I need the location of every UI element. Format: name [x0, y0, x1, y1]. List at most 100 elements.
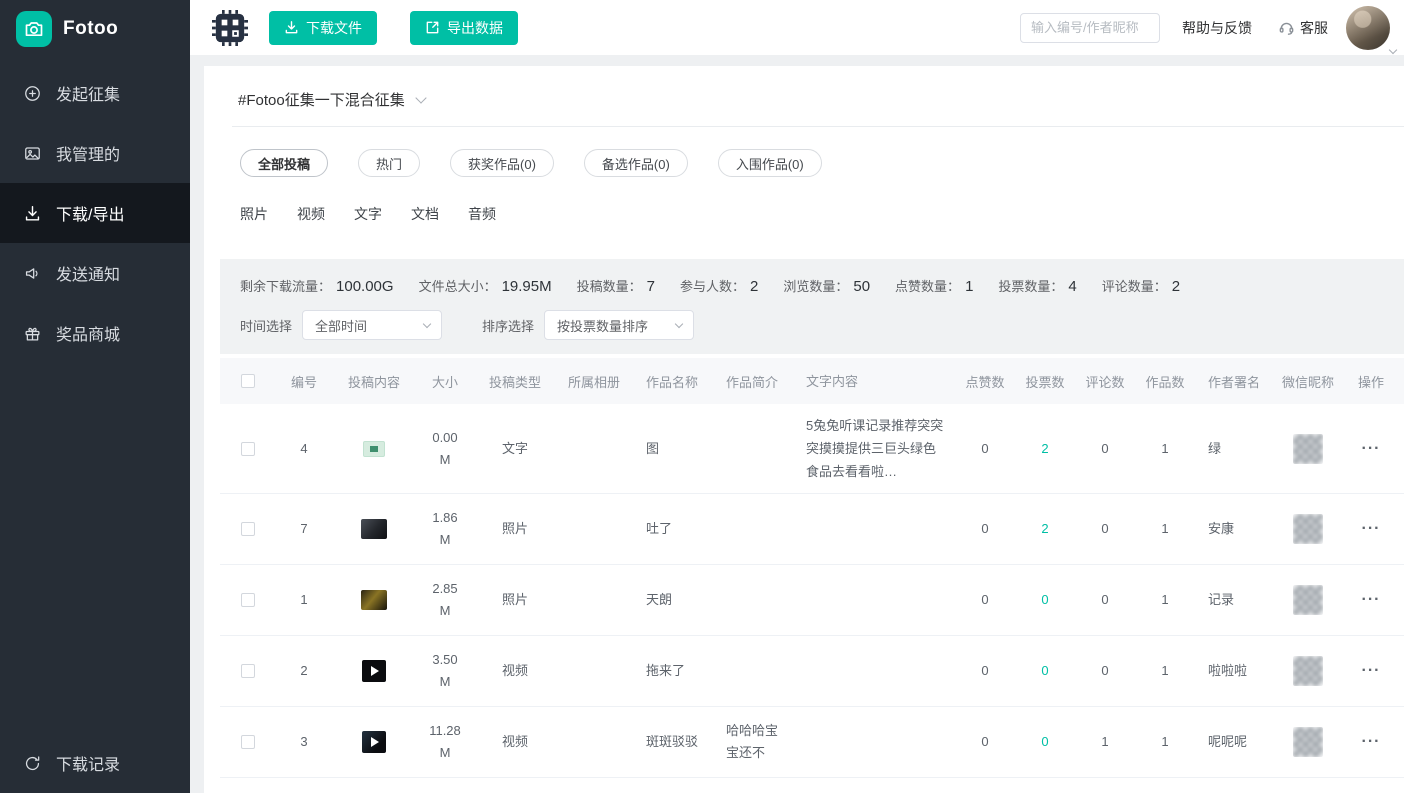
chevron-down-icon[interactable] [415, 92, 426, 103]
filter-pill[interactable]: 热门 [358, 149, 420, 177]
filter-pill[interactable]: 备选作品(0) [584, 149, 688, 177]
sidebar-item-managed[interactable]: 我管理的 [0, 123, 190, 183]
chevron-down-icon [1389, 45, 1397, 53]
row-checkbox[interactable] [241, 593, 255, 607]
divider [232, 126, 1404, 127]
submissions-table: 编号投稿内容大小投稿类型所属相册作品名称作品简介文字内容点赞数投票数评论数作品数… [220, 358, 1404, 778]
sidebar-item-create[interactable]: 发起征集 [0, 63, 190, 123]
cell-wechat [1277, 494, 1339, 564]
row-actions-button[interactable]: ··· [1362, 441, 1381, 457]
cell-type: 视频 [475, 636, 555, 706]
export-data-button[interactable]: 导出数据 [410, 11, 518, 45]
cell-thumbnail [333, 636, 415, 706]
cell-votes[interactable]: 2 [1015, 404, 1075, 493]
cell-votes[interactable]: 0 [1015, 636, 1075, 706]
row-checkbox[interactable] [241, 442, 255, 456]
time-filter-select[interactable]: 全部时间 [302, 310, 442, 340]
select-all-checkbox[interactable] [241, 374, 255, 388]
filter-pill[interactable]: 入围作品(0) [718, 149, 822, 177]
sidebar-item-prizes[interactable]: 奖品商城 [0, 303, 190, 363]
column-header: 大小 [415, 358, 475, 404]
sidebar-item-notify[interactable]: 发送通知 [0, 243, 190, 303]
submission-thumbnail[interactable] [361, 519, 387, 539]
cell-size: 2.85M [415, 565, 475, 635]
chevron-down-icon [675, 319, 683, 327]
row-checkbox[interactable] [241, 664, 255, 678]
tab-视频[interactable]: 视频 [297, 204, 325, 224]
cell-size: 1.86M [415, 494, 475, 564]
chevron-down-icon [423, 319, 431, 327]
stat-value: 1 [965, 278, 973, 295]
sidebar-item-download-history[interactable]: 下载记录 [0, 742, 190, 784]
search-input[interactable] [1020, 13, 1160, 43]
row-actions-button[interactable]: ··· [1362, 521, 1381, 537]
tab-音频[interactable]: 音频 [468, 204, 496, 224]
download-files-button[interactable]: 下载文件 [269, 11, 377, 45]
brand-logo[interactable]: Fotoo [0, 0, 190, 58]
column-header: 操作 [1339, 358, 1403, 404]
cell-thumbnail [333, 404, 415, 493]
plus-circle-icon [22, 83, 42, 103]
customer-support-link[interactable]: 客服 [1278, 18, 1328, 38]
cell-type: 文字 [475, 404, 555, 493]
cell-votes[interactable]: 0 [1015, 707, 1075, 777]
row-checkbox[interactable] [241, 735, 255, 749]
table-row: 23.50M视频拖来了0001啦啦啦··· [220, 636, 1404, 707]
megaphone-icon [22, 263, 42, 283]
stat-value: 19.95M [502, 278, 552, 295]
filter-pills: 全部投稿 热门 获奖作品(0) 备选作品(0) 入围作品(0) [240, 149, 1404, 177]
filter-pill[interactable]: 全部投稿 [240, 149, 328, 177]
cell-author: 绿 [1195, 404, 1277, 493]
submission-thumbnail[interactable] [363, 441, 385, 457]
cell-votes[interactable]: 0 [1015, 565, 1075, 635]
cell-actions: ··· [1339, 565, 1403, 635]
table-row: 12.85M照片天朗0001记录··· [220, 565, 1404, 636]
filter-pill[interactable]: 获奖作品(0) [450, 149, 554, 177]
submission-thumbnail[interactable] [362, 660, 386, 682]
cell-actions: ··· [1339, 404, 1403, 493]
cell-actions: ··· [1339, 636, 1403, 706]
cell-wechat [1277, 707, 1339, 777]
help-feedback-link[interactable]: 帮助与反馈 [1182, 18, 1252, 38]
headset-icon [1278, 19, 1295, 36]
cell-checkbox [220, 404, 275, 493]
row-actions-button[interactable]: ··· [1362, 663, 1381, 679]
cell-comments: 1 [1075, 707, 1135, 777]
cell-thumbnail [333, 565, 415, 635]
submission-thumbnail[interactable] [361, 590, 387, 610]
camera-logo-icon [16, 11, 52, 47]
tab-照片[interactable]: 照片 [240, 204, 268, 224]
cell-wechat [1277, 404, 1339, 493]
cell-votes[interactable]: 2 [1015, 494, 1075, 564]
sidebar-nav: 发起征集我管理的下载/导出发送通知奖品商城 [0, 63, 190, 363]
cell-album [555, 565, 633, 635]
cell-thumbnail [333, 707, 415, 777]
user-avatar[interactable] [1346, 6, 1390, 50]
header-checkbox-cell [220, 358, 275, 404]
cell-text [793, 636, 955, 706]
cell-works: 1 [1135, 494, 1195, 564]
stat-value: 2 [1172, 278, 1180, 295]
cell-text [793, 707, 955, 777]
sort-filter-select[interactable]: 按投票数量排序 [544, 310, 694, 340]
cell-comments: 0 [1075, 636, 1135, 706]
tab-文档[interactable]: 文档 [411, 204, 439, 224]
row-checkbox[interactable] [241, 522, 255, 536]
submission-thumbnail[interactable] [362, 731, 386, 753]
sidebar-item-download[interactable]: 下载/导出 [0, 183, 190, 243]
chip-icon[interactable] [210, 8, 250, 48]
wechat-avatar-blurred [1293, 727, 1323, 757]
stat-value: 100.00G [336, 278, 394, 295]
cell-comments: 0 [1075, 565, 1135, 635]
row-actions-button[interactable]: ··· [1362, 592, 1381, 608]
stat-item: 参与人数：2 [680, 276, 758, 295]
stat-label: 点赞数量： [895, 276, 960, 295]
tab-文字[interactable]: 文字 [354, 204, 382, 224]
stat-item: 投票数量：4 [998, 276, 1076, 295]
download-files-label: 下载文件 [306, 18, 362, 38]
row-actions-button[interactable]: ··· [1362, 734, 1381, 750]
stat-label: 评论数量： [1102, 276, 1167, 295]
cell-id: 3 [275, 707, 333, 777]
cell-likes: 0 [955, 707, 1015, 777]
download-icon [284, 20, 299, 35]
